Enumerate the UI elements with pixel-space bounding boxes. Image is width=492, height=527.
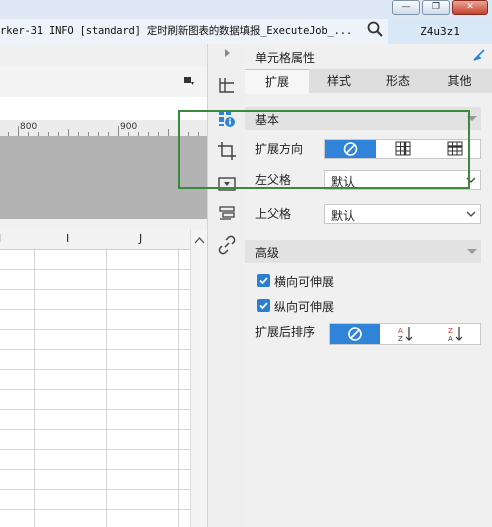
svg-text:A: A bbox=[398, 327, 403, 335]
format-brush-icon[interactable] bbox=[183, 76, 195, 88]
sort-none-option[interactable] bbox=[330, 324, 380, 344]
log-title-area: rker-31 INFO [standard] 定时刷新图表的数据填报_Exec… bbox=[0, 19, 388, 45]
report-canvas[interactable] bbox=[0, 136, 207, 219]
checkmark-icon bbox=[259, 277, 268, 285]
pin-icon[interactable] bbox=[473, 49, 485, 61]
sort-ascending-option[interactable]: AZ bbox=[381, 324, 431, 344]
top-parent-dropdown[interactable]: 默认 bbox=[324, 204, 481, 224]
user-tab[interactable]: Z4u3z1 bbox=[388, 19, 492, 45]
horizontal-extend-label: 横向可伸展 bbox=[274, 275, 335, 289]
horizontal-extend-checkbox[interactable] bbox=[257, 274, 270, 287]
sort-selector: AZ ZA bbox=[329, 323, 481, 345]
chevron-down-icon[interactable] bbox=[462, 205, 480, 223]
minimize-button[interactable]: — bbox=[392, 0, 420, 15]
sort-ascending-icon: AZ bbox=[398, 327, 413, 343]
editor-toolbar bbox=[0, 67, 207, 98]
collapse-triangle-icon[interactable] bbox=[467, 249, 477, 254]
column-header-j[interactable]: J bbox=[139, 232, 142, 245]
tab-expand[interactable]: 扩展 bbox=[245, 69, 309, 94]
vertical-scrollbar[interactable] bbox=[190, 229, 208, 527]
condition-icon[interactable] bbox=[217, 204, 237, 224]
svg-text:Z: Z bbox=[448, 327, 453, 335]
tab-other[interactable]: 其他 bbox=[427, 69, 492, 93]
log-title: rker-31 INFO [standard] 定时刷新图表的数据填报_Exec… bbox=[0, 25, 353, 37]
sort-descending-icon: ZA bbox=[448, 327, 463, 343]
sort-label: 扩展后排序 bbox=[255, 325, 316, 339]
collapse-arrow-icon[interactable] bbox=[220, 46, 234, 60]
vertical-extend-checkbox[interactable] bbox=[257, 299, 270, 312]
sort-descending-option[interactable]: ZA bbox=[431, 324, 480, 344]
section-advanced-title: 高级 bbox=[255, 246, 280, 260]
restore-button[interactable]: ❐ bbox=[422, 0, 450, 15]
column-header-partial[interactable]: I bbox=[0, 232, 1, 245]
window-controls: — ❐ ✕ bbox=[392, 0, 488, 15]
section-advanced[interactable]: 高级 bbox=[245, 240, 481, 263]
property-tabs: 扩展 样式 形态 其他 bbox=[245, 69, 492, 94]
highlight-box bbox=[178, 110, 470, 189]
column-header: I I J bbox=[0, 229, 190, 250]
cell-grid[interactable] bbox=[0, 229, 190, 527]
ruler-label: 800 bbox=[20, 122, 38, 132]
close-button[interactable]: ✕ bbox=[452, 0, 488, 15]
checkmark-icon bbox=[259, 302, 268, 310]
link-icon[interactable] bbox=[217, 235, 237, 255]
scroll-up-icon[interactable] bbox=[191, 233, 208, 247]
top-parent-label: 上父格 bbox=[255, 207, 292, 221]
panel-title: 单元格属性 bbox=[255, 51, 316, 65]
table-icon[interactable] bbox=[217, 75, 237, 95]
svg-text:A: A bbox=[448, 335, 453, 343]
ruler-label: 900 bbox=[120, 122, 138, 132]
column-header-i[interactable]: I bbox=[66, 232, 69, 245]
top-parent-value: 默认 bbox=[331, 209, 356, 223]
user-name: Z4u3z1 bbox=[420, 25, 460, 38]
search-icon[interactable] bbox=[366, 20, 384, 38]
tab-form[interactable]: 形态 bbox=[369, 69, 427, 93]
tab-style[interactable]: 样式 bbox=[309, 69, 369, 93]
ruler-spacer bbox=[0, 97, 207, 120]
vertical-extend-label: 纵向可伸展 bbox=[274, 300, 335, 314]
horizontal-ruler: 800 900 bbox=[0, 120, 207, 137]
none-icon bbox=[348, 327, 362, 341]
svg-text:Z: Z bbox=[398, 335, 403, 343]
